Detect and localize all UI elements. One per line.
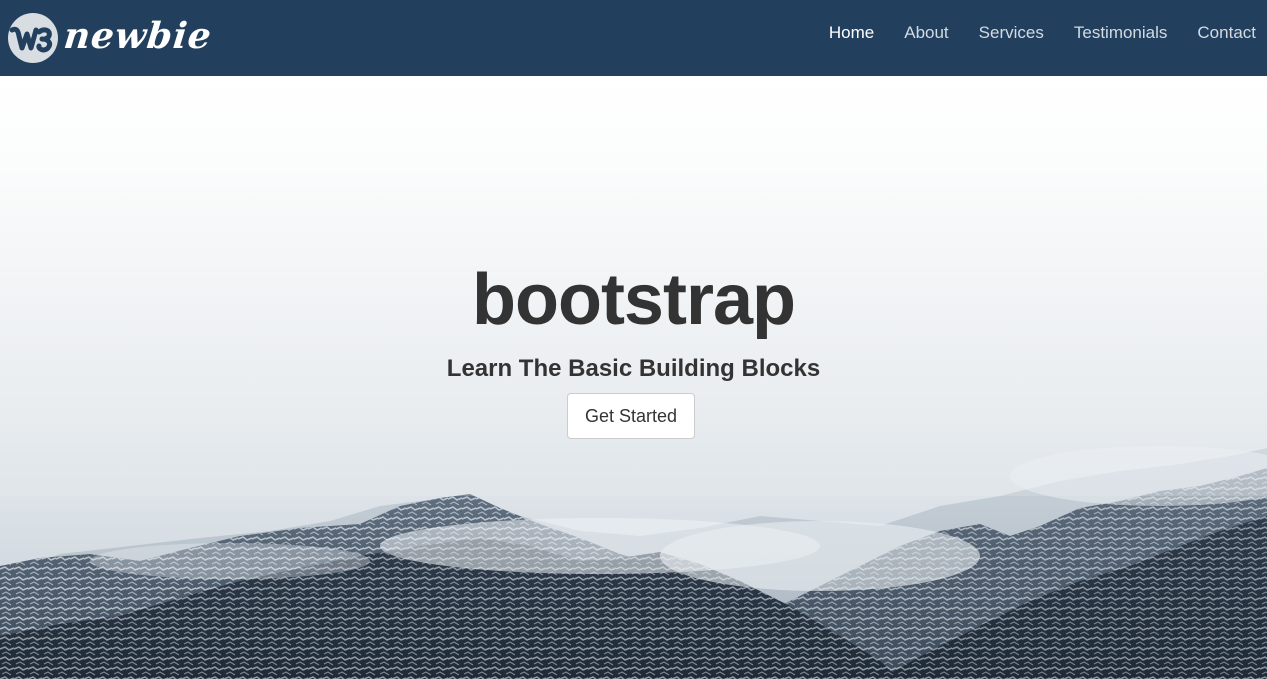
- nav-link-contact[interactable]: Contact: [1178, 23, 1267, 43]
- hero-title: bootstrap: [472, 260, 796, 340]
- nav-item-services: Services: [960, 23, 1055, 43]
- nav-menu: Home About Services Testimonials Contact: [829, 0, 1267, 66]
- navbar: newbie Home About Services Testimonials …: [0, 0, 1267, 76]
- hero-section: bootstrap Learn The Basic Building Block…: [0, 76, 1267, 679]
- nav-item-contact: Contact: [1178, 23, 1267, 43]
- nav-item-about: About: [885, 23, 959, 43]
- nav-link-about[interactable]: About: [885, 23, 959, 43]
- brand-logo-link[interactable]: newbie: [6, 7, 215, 65]
- nav-link-home[interactable]: Home: [829, 23, 885, 43]
- brand-name: newbie: [61, 15, 215, 57]
- nav-item-home: Home: [829, 23, 885, 43]
- newbie-logo-icon: [6, 8, 62, 64]
- nav-link-services[interactable]: Services: [960, 23, 1055, 43]
- nav-link-testimonials[interactable]: Testimonials: [1055, 23, 1179, 43]
- get-started-button[interactable]: Get Started: [567, 393, 695, 439]
- nav-item-testimonials: Testimonials: [1055, 23, 1179, 43]
- hero-subtitle: Learn The Basic Building Blocks: [446, 355, 821, 382]
